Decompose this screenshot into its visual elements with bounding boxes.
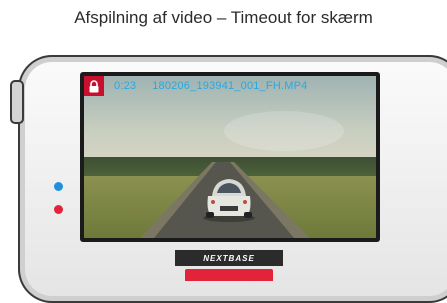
lock-badge[interactable] xyxy=(84,76,104,96)
record-button[interactable] xyxy=(185,269,273,281)
side-knob xyxy=(10,80,24,124)
status-led-red xyxy=(54,205,63,214)
video-filename: 180206_193941_001_FH.MP4 xyxy=(152,80,308,92)
playback-status-bar: 0:23 180206_193941_001_FH.MP4 xyxy=(84,76,376,96)
brand-plate: NEXTBASE xyxy=(175,250,283,266)
road-scene xyxy=(140,111,344,238)
sun-glow xyxy=(224,111,344,151)
status-led-blue xyxy=(54,182,63,191)
video-frame[interactable]: 0:23 180206_193941_001_FH.MP4 xyxy=(84,76,376,238)
lock-icon xyxy=(89,79,99,92)
brand-logo: NEXTBASE xyxy=(203,253,255,263)
display-screen: 0:23 180206_193941_001_FH.MP4 xyxy=(80,72,380,242)
page-caption: Afspilning af video – Timeout for skærm xyxy=(74,8,373,27)
elapsed-time: 0:23 xyxy=(114,80,137,92)
